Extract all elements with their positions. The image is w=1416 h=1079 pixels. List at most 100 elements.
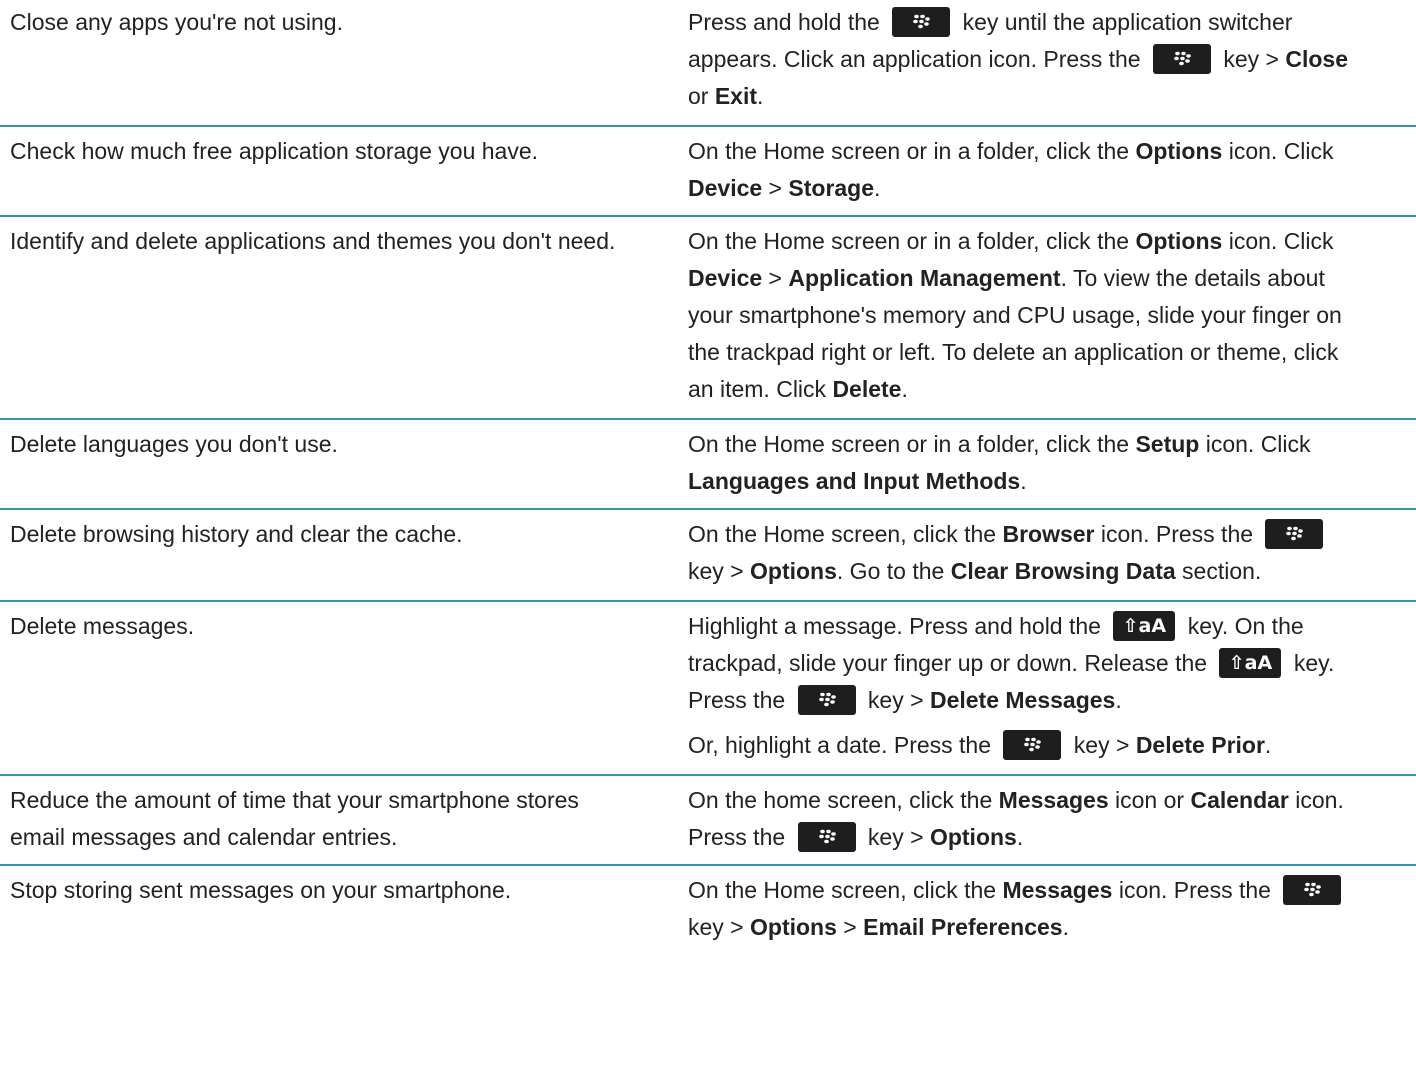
instruction-text: > <box>762 175 789 201</box>
tip-description: Identify and delete applications and the… <box>10 228 616 254</box>
tip-instructions: On the Home screen or in a folder, click… <box>660 223 1360 408</box>
instruction-text: . <box>1062 914 1069 940</box>
tip-instructions: Press and hold the key until the applica… <box>660 4 1360 115</box>
blackberry-menu-key-icon <box>1152 43 1211 74</box>
instruction-text: On the home screen, click the <box>688 787 999 813</box>
instruction-text: . <box>757 83 764 109</box>
table-row: Check how much free application storage … <box>0 127 1416 217</box>
ui-term: Exit <box>714 83 758 109</box>
tip-instructions: On the Home screen or in a folder, click… <box>660 426 1360 500</box>
tips-table: Close any apps you're not using. Press an… <box>0 0 1416 950</box>
table-row: Delete languages you don't use. On the Ho… <box>0 420 1416 510</box>
ui-term: Setup <box>1135 431 1200 457</box>
ui-term: Messages <box>1002 877 1113 903</box>
instruction-text: > <box>836 914 864 940</box>
instruction-text: icon or <box>1108 787 1191 813</box>
ui-term: Close <box>1285 46 1349 72</box>
instruction-paragraph: On the Home screen, click the Messages i… <box>688 872 1360 946</box>
instruction-text: On the Home screen or in a folder, click… <box>688 431 1136 457</box>
ui-term: Options <box>929 824 1017 850</box>
tip-description: Stop storing sent messages on your smart… <box>10 877 512 903</box>
instruction-paragraph: On the Home screen or in a folder, click… <box>688 426 1360 500</box>
instruction-text: On the Home screen, click the <box>688 521 1003 547</box>
instruction-text: section. <box>1175 558 1262 584</box>
instruction-text: On the Home screen or in a folder, click… <box>688 228 1136 254</box>
instruction-text: key > <box>1216 46 1286 72</box>
ui-term: Languages and Input Methods <box>688 468 1021 494</box>
blackberry-menu-key-icon <box>892 6 951 37</box>
instruction-text: icon. Press the <box>1094 521 1260 547</box>
instruction-paragraph: On the Home screen, click the Browser ic… <box>688 516 1360 590</box>
table-row: Identify and delete applications and the… <box>0 217 1416 420</box>
ui-term: Delete <box>832 376 902 402</box>
instruction-text: key > <box>861 824 930 850</box>
instruction-paragraph: Highlight a message. Press and hold the … <box>688 608 1360 719</box>
instruction-text: icon. Click <box>1222 228 1334 254</box>
instruction-text: . <box>1020 468 1027 494</box>
instruction-text: . <box>1115 687 1122 713</box>
instruction-text: . <box>1016 824 1024 850</box>
tip-instructions: On the Home screen, click the Messages i… <box>660 872 1360 946</box>
instruction-text: key > <box>688 558 751 584</box>
ui-term: Application Management <box>788 265 1061 291</box>
tip-description: Check how much free application storage … <box>10 138 539 164</box>
instruction-text: . <box>874 175 881 201</box>
ui-term: Delete Prior <box>1135 732 1265 758</box>
instruction-text: . <box>901 376 908 402</box>
ui-term: Browser <box>1002 521 1095 547</box>
table-row: Close any apps you're not using. Press an… <box>0 0 1416 127</box>
tip-description: Delete messages. <box>10 613 195 639</box>
ui-term: Messages <box>998 787 1109 813</box>
ui-term: Storage <box>788 175 875 201</box>
blackberry-menu-key-icon <box>797 821 856 852</box>
instruction-paragraph: Press and hold the key until the applica… <box>688 4 1360 115</box>
instruction-text: On the Home screen or in a folder, click… <box>688 138 1136 164</box>
ui-term: Clear Browsing Data <box>950 558 1176 584</box>
instruction-text: Or, highlight a date. Press the <box>688 732 998 758</box>
table-row: Delete messages. Highlight a message. Pre… <box>0 602 1416 776</box>
ui-term: Options <box>750 914 837 940</box>
instruction-paragraph: On the home screen, click the Messages i… <box>688 782 1360 856</box>
tip-instructions: On the Home screen, click the Browser ic… <box>660 516 1360 590</box>
instruction-text: key > <box>861 687 930 713</box>
blackberry-menu-key-icon <box>1283 874 1342 905</box>
instruction-paragraph: On the Home screen or in a folder, click… <box>688 133 1360 207</box>
ui-term: Options <box>1135 138 1223 164</box>
instruction-text: > <box>762 265 789 291</box>
ui-term: Device <box>688 175 763 201</box>
ui-term: Delete Messages <box>929 687 1116 713</box>
instruction-paragraph: Or, highlight a date. Press the key > De… <box>688 727 1360 764</box>
tip-description: Delete browsing history and clear the ca… <box>10 521 463 547</box>
instruction-text: icon. Click <box>1222 138 1334 164</box>
tip-description: Delete languages you don't use. <box>10 431 338 457</box>
tip-description: Reduce the amount of time that your smar… <box>10 787 579 850</box>
instruction-text: key > <box>688 914 751 940</box>
tip-description: Close any apps you're not using. <box>10 9 343 35</box>
shift-alt-key-icon: ⇧aA <box>1113 610 1176 641</box>
instruction-paragraph: On the Home screen or in a folder, click… <box>688 223 1360 408</box>
ui-term: Options <box>1135 228 1223 254</box>
ui-term: Options <box>750 558 837 584</box>
tip-instructions: On the Home screen or in a folder, click… <box>660 133 1360 207</box>
blackberry-menu-key-icon <box>1265 518 1324 549</box>
instruction-text: . Go to the <box>836 558 951 584</box>
ui-term: Email Preferences <box>863 914 1063 940</box>
instruction-text: On the Home screen, click the <box>688 877 1003 903</box>
table-row: Reduce the amount of time that your smar… <box>0 776 1416 866</box>
table-row: Stop storing sent messages on your smart… <box>0 866 1416 950</box>
tip-instructions: Highlight a message. Press and hold the … <box>660 608 1360 764</box>
instruction-text: icon. Press the <box>1112 877 1278 903</box>
instruction-text: key > <box>1067 732 1136 758</box>
ui-term: Device <box>688 265 763 291</box>
table-row: Delete browsing history and clear the ca… <box>0 510 1416 602</box>
instruction-text: or <box>688 83 715 109</box>
instruction-text: Press and hold the <box>688 9 887 35</box>
blackberry-menu-key-icon <box>1003 729 1062 760</box>
shift-alt-key-icon: ⇧aA <box>1219 647 1282 678</box>
instruction-text: . <box>1264 732 1272 758</box>
blackberry-menu-key-icon <box>797 684 856 715</box>
instruction-text: icon. Click <box>1199 431 1311 457</box>
ui-term: Calendar <box>1190 787 1289 813</box>
tip-instructions: On the home screen, click the Messages i… <box>660 782 1360 856</box>
instruction-text: Highlight a message. Press and hold the <box>688 613 1108 639</box>
